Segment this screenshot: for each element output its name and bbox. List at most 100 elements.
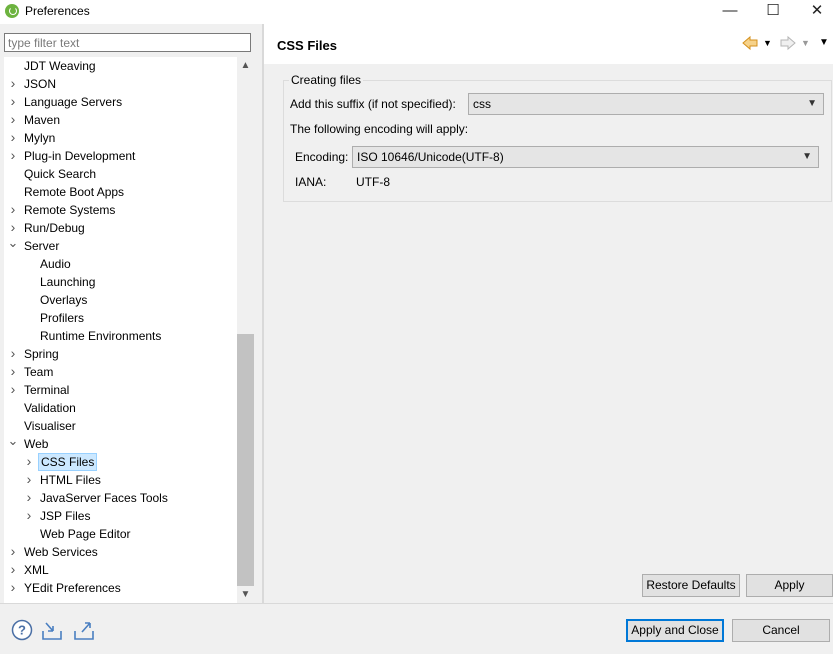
- chevron-down-icon: ▼: [802, 151, 812, 162]
- chevron-right-icon[interactable]: ›: [7, 129, 19, 147]
- chevron-right-icon[interactable]: ›: [7, 93, 19, 111]
- suffix-combo[interactable]: css ▼: [468, 93, 824, 115]
- tree-item[interactable]: Overlays: [4, 291, 236, 309]
- encoding-combo[interactable]: ISO 10646/Unicode(UTF-8) ▼: [352, 146, 819, 168]
- tree-item[interactable]: › Web Services: [4, 543, 236, 561]
- tree-item[interactable]: › Language Servers: [4, 93, 236, 111]
- forward-arrow-icon[interactable]: [779, 34, 797, 52]
- tree-item-label: HTML Files: [40, 473, 101, 487]
- tree-item[interactable]: › Spring: [4, 345, 236, 363]
- cancel-button[interactable]: Cancel: [732, 619, 830, 642]
- chevron-right-icon[interactable]: ›: [7, 561, 19, 579]
- scroll-up-icon[interactable]: ▲: [237, 57, 254, 74]
- encoding-value: ISO 10646/Unicode(UTF-8): [357, 150, 504, 164]
- chevron-right-icon[interactable]: ›: [7, 111, 19, 129]
- forward-dropdown-icon[interactable]: ▼: [801, 34, 810, 52]
- view-menu-icon[interactable]: ▼: [819, 34, 829, 52]
- apply-and-close-button[interactable]: Apply and Close: [626, 619, 724, 642]
- tree-item-label: Run/Debug: [24, 221, 85, 235]
- chevron-right-icon[interactable]: ›: [7, 363, 19, 381]
- tree-item[interactable]: ⌄ Server: [4, 236, 236, 255]
- tree-item-label: Quick Search: [24, 167, 97, 181]
- iana-label: IANA:: [295, 175, 327, 189]
- tree-item[interactable]: › Maven: [4, 111, 236, 129]
- chevron-right-icon[interactable]: ›: [23, 471, 35, 489]
- tree-item-label: Launching: [40, 275, 96, 289]
- chevron-right-icon[interactable]: ›: [23, 453, 35, 471]
- chevron-right-icon[interactable]: ›: [7, 579, 19, 597]
- chevron-right-icon[interactable]: ›: [23, 489, 35, 507]
- chevron-right-icon[interactable]: ›: [7, 147, 19, 165]
- filter-input[interactable]: [4, 33, 251, 52]
- chevron-right-icon[interactable]: ›: [7, 543, 19, 561]
- tree-item-label: Visualiser: [24, 419, 76, 433]
- tree-item-label: Validation: [24, 401, 76, 415]
- export-icon[interactable]: [73, 619, 95, 641]
- tree-item[interactable]: › YEdit Preferences: [4, 579, 236, 597]
- tree-item[interactable]: JDT Weaving: [4, 57, 236, 75]
- tree-item-label: JDT Weaving: [24, 59, 96, 73]
- tree-item[interactable]: › Terminal: [4, 381, 236, 399]
- chevron-right-icon[interactable]: ›: [7, 201, 19, 219]
- encoding-note: The following encoding will apply:: [290, 122, 469, 136]
- tree-item-label: Terminal: [24, 383, 70, 397]
- chevron-right-icon[interactable]: ›: [7, 381, 19, 399]
- tree-item-label: JSP Files: [40, 509, 91, 523]
- tree-item[interactable]: › Team: [4, 363, 236, 381]
- tree-item[interactable]: Remote Boot Apps: [4, 183, 236, 201]
- scroll-down-icon[interactable]: ▼: [237, 586, 254, 603]
- tree-item[interactable]: › Remote Systems: [4, 201, 236, 219]
- tree-item[interactable]: › Run/Debug: [4, 219, 236, 237]
- tree-item-label: Overlays: [40, 293, 88, 307]
- tree-item-label: Maven: [24, 113, 61, 127]
- tree-item[interactable]: Runtime Environments: [4, 327, 236, 345]
- tree-item[interactable]: › Plug-in Development: [4, 147, 236, 165]
- tree-item[interactable]: › JSON: [4, 75, 236, 93]
- close-button[interactable]: ✕: [794, 0, 833, 24]
- help-icon[interactable]: ?: [11, 619, 33, 641]
- encoding-label: Encoding:: [295, 150, 349, 164]
- tree-item-label: Web: [24, 437, 49, 451]
- tree-item[interactable]: Web Page Editor: [4, 525, 236, 543]
- svg-text:?: ?: [18, 623, 26, 638]
- back-arrow-icon[interactable]: [741, 34, 759, 52]
- tree-item-label: Language Servers: [24, 95, 123, 109]
- chevron-down-icon[interactable]: ⌄: [7, 236, 19, 255]
- tree-item[interactable]: › HTML Files: [4, 471, 236, 489]
- suffix-label: Add this suffix (if not specified):: [290, 97, 456, 111]
- back-dropdown-icon[interactable]: ▼: [763, 34, 772, 52]
- restore-defaults-button[interactable]: Restore Defaults: [642, 574, 740, 597]
- tree-item[interactable]: › JSP Files: [4, 507, 236, 525]
- chevron-down-icon[interactable]: ⌄: [7, 434, 19, 453]
- tree-scrollbar[interactable]: ▲ ▼: [237, 57, 254, 603]
- chevron-right-icon[interactable]: ›: [7, 75, 19, 93]
- tree-item-label: Runtime Environments: [40, 329, 162, 343]
- tree-item-label: Web Page Editor: [40, 527, 131, 541]
- tree-item[interactable]: Visualiser: [4, 417, 236, 435]
- tree-item[interactable]: › JavaServer Faces Tools: [4, 489, 236, 507]
- tree-item[interactable]: Audio: [4, 255, 236, 273]
- minimize-button[interactable]: —: [707, 0, 753, 24]
- tree-item-label: Remote Boot Apps: [24, 185, 125, 199]
- tree-item[interactable]: › Mylyn: [4, 129, 236, 147]
- page-title: CSS Files: [277, 38, 337, 53]
- tree-item[interactable]: Quick Search: [4, 165, 236, 183]
- tree-item[interactable]: Profilers: [4, 309, 236, 327]
- tree-item[interactable]: Validation: [4, 399, 236, 417]
- chevron-right-icon[interactable]: ›: [23, 507, 35, 525]
- tree-item[interactable]: › CSS Files: [4, 453, 236, 471]
- bottom-separator: [0, 603, 833, 604]
- tree-item-label: XML: [24, 563, 49, 577]
- tree-item[interactable]: › XML: [4, 561, 236, 579]
- maximize-button[interactable]: ☐: [750, 0, 796, 24]
- tree-item-label: JSON: [24, 77, 57, 91]
- tree-item-label: Web Services: [24, 545, 98, 559]
- apply-button[interactable]: Apply: [746, 574, 833, 597]
- tree-item-label: JavaServer Faces Tools: [40, 491, 168, 505]
- tree-item[interactable]: ⌄ Web: [4, 434, 236, 453]
- import-icon[interactable]: [41, 619, 63, 641]
- tree-item-label: Plug-in Development: [24, 149, 136, 163]
- scroll-thumb[interactable]: [237, 334, 254, 586]
- chevron-right-icon[interactable]: ›: [7, 345, 19, 363]
- tree-item[interactable]: Launching: [4, 273, 236, 291]
